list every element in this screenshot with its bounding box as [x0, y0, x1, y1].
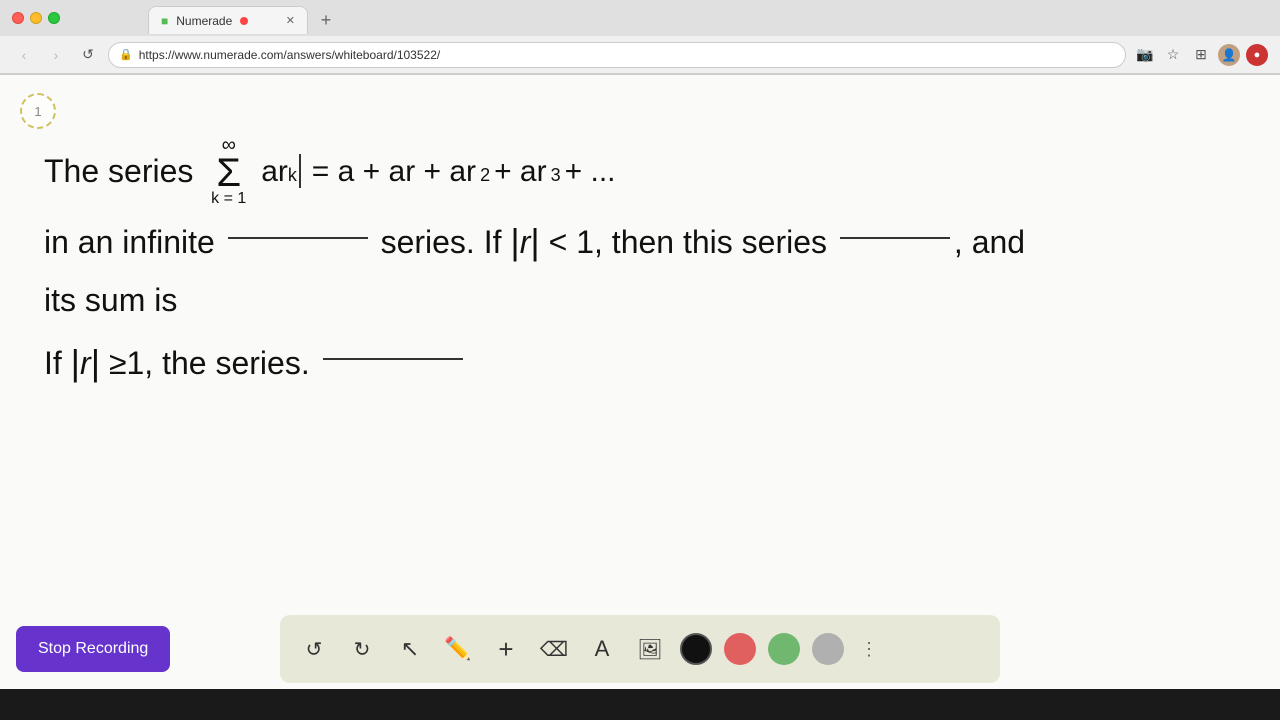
blank2: [840, 237, 950, 239]
abs-close2: |: [91, 345, 100, 381]
color-gray[interactable]: [812, 633, 844, 665]
stop-recording-button[interactable]: Stop Recording: [16, 626, 170, 672]
lock-icon: 🔒: [119, 48, 133, 61]
then-text: then this series: [612, 215, 827, 269]
nav-right-icons: 📷 ☆ ⊞ 👤 ●: [1134, 44, 1268, 66]
color-green[interactable]: [768, 633, 800, 665]
pencil-button[interactable]: ✏️: [440, 631, 476, 667]
text-button[interactable]: A: [584, 631, 620, 667]
url-text: https://www.numerade.com/answers/whitebo…: [139, 48, 441, 62]
blank1: [228, 237, 368, 239]
tab-recording-indicator: [240, 17, 248, 25]
r-var2: r: [80, 336, 91, 390]
abs-open1: |: [510, 224, 519, 260]
line4-if: If: [44, 336, 62, 390]
eraser-icon: ⌫: [540, 637, 568, 662]
a-char: a: [261, 146, 278, 197]
sigma-subscript: k = 1: [211, 191, 246, 207]
content-area: 1 The series ∞ Σ k = 1 ark = a + ar + ar…: [0, 75, 1280, 689]
line4: If |r| ≥1, the series.: [44, 336, 1236, 390]
tab-favicon-icon: ■: [161, 14, 168, 28]
minimize-window-button[interactable]: [30, 12, 42, 24]
image-icon: 🖼: [637, 637, 662, 662]
nav-bar: ‹ › ↺ 🔒 https://www.numerade.com/answers…: [0, 36, 1280, 74]
traffic-lights: [12, 12, 60, 24]
tab-title: Numerade: [176, 14, 232, 28]
active-tab[interactable]: ■ Numerade ✕: [148, 6, 308, 34]
line3-text: its sum is: [44, 273, 177, 327]
grid-icon[interactable]: ⊞: [1190, 44, 1212, 66]
browser-chrome: ■ Numerade ✕ + ‹ › ↺ 🔒 https://www.numer…: [0, 0, 1280, 75]
undo-button[interactable]: ↺: [296, 631, 332, 667]
the-series-text: the series.: [162, 336, 310, 390]
r-var1: r: [520, 215, 531, 269]
redo-button[interactable]: ↻: [344, 631, 380, 667]
line2: in an infinite series. If |r| < 1, then …: [44, 215, 1236, 269]
tab-close-button[interactable]: ✕: [286, 14, 295, 27]
color-black[interactable]: [680, 633, 712, 665]
ark-term: ark: [261, 146, 297, 197]
title-bar: ■ Numerade ✕ +: [0, 0, 1280, 36]
lt-one: < 1,: [549, 215, 603, 269]
plus-dots: + ...: [565, 146, 616, 197]
blank3: [323, 358, 463, 360]
abs-close1: |: [530, 224, 539, 260]
new-tab-button[interactable]: +: [312, 6, 340, 34]
page-number: 1: [34, 104, 41, 119]
bottom-bar: Stop Recording ↺ ↻ ↖ ✏️ + ⌫ A: [0, 609, 1280, 689]
close-window-button[interactable]: [12, 12, 24, 24]
line3: its sum is: [44, 273, 1236, 327]
pencil-icon: ✏️: [444, 636, 471, 662]
page-number-circle: 1: [20, 93, 56, 129]
image-button[interactable]: 🖼: [632, 631, 668, 667]
line1: The series ∞ Σ k = 1 ark = a + ar + ar2 …: [44, 135, 1236, 207]
camera-icon[interactable]: 📷: [1134, 44, 1156, 66]
refresh-button[interactable]: ↺: [76, 43, 100, 67]
back-button[interactable]: ‹: [12, 43, 36, 67]
plus-icon: +: [498, 634, 513, 665]
sigma-notation: ∞ Σ k = 1: [211, 135, 246, 207]
select-icon: ↖: [401, 636, 419, 662]
abs-open2: |: [71, 345, 80, 381]
extension-icon[interactable]: ●: [1246, 44, 1268, 66]
bookmark-icon[interactable]: ☆: [1162, 44, 1184, 66]
tab-bar: ■ Numerade ✕ +: [68, 2, 420, 34]
color-pink[interactable]: [724, 633, 756, 665]
sigma-symbol: Σ: [216, 155, 241, 191]
line2-series: series. If: [381, 215, 502, 269]
comma-and: , and: [954, 215, 1025, 269]
whiteboard-content: The series ∞ Σ k = 1 ark = a + ar + ar2 …: [0, 75, 1280, 689]
toolbar: ↺ ↻ ↖ ✏️ + ⌫ A 🖼: [280, 615, 1000, 683]
add-button[interactable]: +: [488, 631, 524, 667]
undo-icon: ↺: [306, 637, 323, 662]
more-tools-button[interactable]: ⋮: [860, 639, 878, 660]
r-char: r: [278, 146, 288, 197]
plus-ar3: + ar: [494, 146, 547, 197]
rhs-equation: = a + ar + ar2 + ar3 + ...: [312, 146, 616, 197]
profile-icon[interactable]: 👤: [1218, 44, 1240, 66]
text-icon: A: [595, 636, 610, 662]
eraser-button[interactable]: ⌫: [536, 631, 572, 667]
redo-icon: ↻: [354, 637, 371, 662]
address-bar[interactable]: 🔒 https://www.numerade.com/answers/white…: [108, 42, 1126, 68]
equals-sign: = a + ar + ar: [312, 146, 476, 197]
line1-prefix: The series: [44, 144, 193, 198]
line2-prefix: in an infinite: [44, 215, 215, 269]
forward-button[interactable]: ›: [44, 43, 68, 67]
select-button[interactable]: ↖: [392, 631, 428, 667]
gte-sign: ≥1,: [109, 336, 153, 390]
maximize-window-button[interactable]: [48, 12, 60, 24]
text-cursor: [299, 154, 301, 188]
